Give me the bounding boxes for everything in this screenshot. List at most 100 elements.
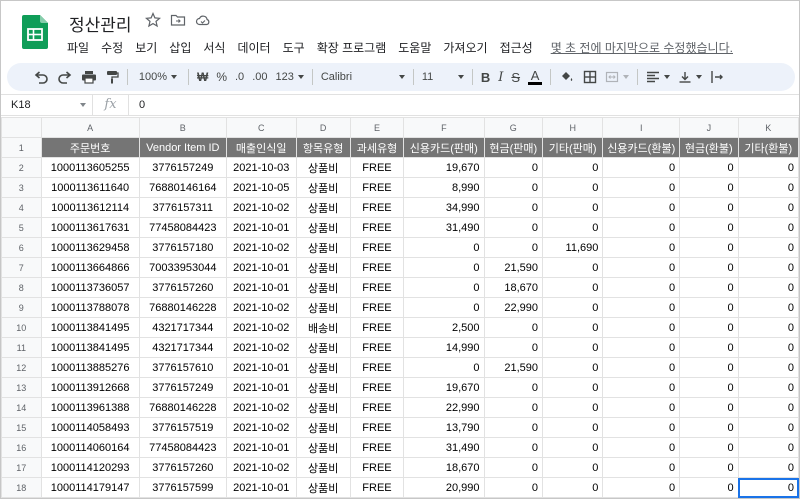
vertical-align-button[interactable] — [674, 66, 706, 88]
cell[interactable]: 상품비 — [295, 457, 351, 478]
cell[interactable]: FREE — [349, 377, 405, 398]
cell[interactable]: 2021-10-02 — [225, 457, 297, 478]
cell[interactable]: 0 — [602, 357, 681, 378]
cell[interactable]: 0 — [737, 377, 799, 398]
header-cell[interactable]: 현금(판매) — [483, 137, 544, 158]
column-header[interactable]: B — [138, 117, 227, 138]
cell[interactable]: 0 — [737, 297, 799, 318]
cell[interactable]: 1000113912668 — [40, 377, 140, 398]
cell[interactable]: 상품비 — [295, 237, 351, 258]
cell[interactable]: 1000113611640 — [40, 177, 140, 198]
cell[interactable]: 배송비 — [295, 317, 351, 338]
cell[interactable]: 상품비 — [295, 297, 351, 318]
cell[interactable]: 0 — [483, 197, 544, 218]
cell[interactable]: 0 — [542, 157, 604, 178]
row-header[interactable]: 5 — [1, 217, 42, 238]
cell[interactable]: 0 — [483, 477, 544, 498]
column-header[interactable]: E — [349, 117, 405, 138]
row-header[interactable]: 1 — [1, 137, 42, 158]
cell[interactable]: 76880146164 — [138, 177, 227, 198]
last-edit-link[interactable]: 몇 초 전에 마지막으로 수정했습니다. — [545, 37, 739, 58]
header-cell[interactable]: 기타(판매) — [542, 137, 604, 158]
cell[interactable]: 2021-10-02 — [225, 337, 297, 358]
text-color-button[interactable]: A — [524, 66, 546, 88]
star-icon[interactable] — [144, 11, 162, 28]
cell[interactable]: 0 — [542, 177, 604, 198]
header-cell[interactable]: 신용카드(판매) — [403, 137, 485, 158]
cell[interactable]: 2021-10-02 — [225, 237, 297, 258]
text-wrap-button[interactable] — [706, 66, 728, 88]
cell[interactable]: 0 — [679, 317, 739, 338]
menu-edit[interactable]: 수정 — [95, 37, 129, 58]
cell[interactable]: 상품비 — [295, 377, 351, 398]
cell[interactable]: 0 — [737, 437, 799, 458]
cell[interactable]: 2021-10-02 — [225, 197, 297, 218]
undo-button[interactable] — [29, 66, 53, 88]
cell[interactable]: 상품비 — [295, 257, 351, 278]
row-header[interactable]: 7 — [1, 257, 42, 278]
row-header[interactable]: 18 — [1, 477, 42, 498]
row-header[interactable]: 2 — [1, 157, 42, 178]
column-header[interactable]: C — [225, 117, 297, 138]
cell[interactable]: 0 — [679, 477, 739, 498]
fill-color-button[interactable] — [555, 66, 579, 88]
cell[interactable]: 0 — [737, 197, 799, 218]
cell[interactable]: FREE — [349, 457, 405, 478]
cell[interactable]: 0 — [737, 237, 799, 258]
cell[interactable]: FREE — [349, 357, 405, 378]
cell[interactable]: 11,690 — [542, 237, 604, 258]
cell[interactable]: 0 — [542, 357, 604, 378]
name-box[interactable]: K18 — [1, 95, 93, 115]
cell[interactable]: 0 — [403, 257, 485, 278]
cell[interactable]: 0 — [483, 217, 544, 238]
cell[interactable]: 0 — [483, 237, 544, 258]
row-header[interactable]: 13 — [1, 377, 42, 398]
cloud-status-icon[interactable] — [195, 12, 211, 28]
strikethrough-button[interactable]: S — [507, 66, 524, 88]
cell[interactable]: 1000113612114 — [40, 197, 140, 218]
cell[interactable]: 2021-10-02 — [225, 417, 297, 438]
cell[interactable]: 4321717344 — [138, 337, 227, 358]
cell[interactable]: 0 — [483, 157, 544, 178]
cell[interactable]: 21,590 — [483, 257, 544, 278]
cell[interactable]: 0 — [679, 217, 739, 238]
header-cell[interactable]: 기타(환불) — [737, 137, 799, 158]
cell[interactable]: 0 — [679, 257, 739, 278]
row-header[interactable]: 4 — [1, 197, 42, 218]
merge-cells-button[interactable] — [601, 66, 633, 88]
cell[interactable]: 14,990 — [403, 337, 485, 358]
column-header[interactable]: A — [40, 117, 140, 138]
cell[interactable]: 1000113617631 — [40, 217, 140, 238]
cell[interactable]: 2021-10-01 — [225, 377, 297, 398]
cell[interactable]: 0 — [542, 317, 604, 338]
cell[interactable]: FREE — [349, 297, 405, 318]
cell[interactable]: 0 — [602, 317, 681, 338]
cell[interactable]: 0 — [737, 317, 799, 338]
cell[interactable]: FREE — [349, 177, 405, 198]
cell[interactable]: 0 — [542, 417, 604, 438]
cell[interactable]: 0 — [542, 217, 604, 238]
cell[interactable]: 18,670 — [403, 457, 485, 478]
cell[interactable]: 0 — [602, 277, 681, 298]
row-header[interactable]: 14 — [1, 397, 42, 418]
cell[interactable]: FREE — [349, 277, 405, 298]
horizontal-align-button[interactable] — [642, 66, 674, 88]
cell[interactable]: 0 — [483, 397, 544, 418]
menu-view[interactable]: 보기 — [129, 37, 163, 58]
cell[interactable]: 상품비 — [295, 337, 351, 358]
cell[interactable]: 0 — [602, 397, 681, 418]
cell[interactable]: 0 — [542, 277, 604, 298]
cell[interactable]: 0 — [602, 217, 681, 238]
column-header[interactable]: G — [483, 117, 544, 138]
cell[interactable]: 1000113961388 — [40, 397, 140, 418]
cell[interactable]: 1000113605255 — [40, 157, 140, 178]
formula-input[interactable]: 0 — [129, 99, 145, 111]
cell[interactable]: 3776157610 — [138, 357, 227, 378]
cell[interactable]: FREE — [349, 417, 405, 438]
borders-button[interactable] — [579, 66, 601, 88]
cell[interactable]: 0 — [403, 237, 485, 258]
cell[interactable]: 0 — [542, 257, 604, 278]
column-header[interactable]: K — [737, 117, 799, 138]
header-cell[interactable]: 매출인식일 — [225, 137, 297, 158]
cell[interactable]: 0 — [602, 417, 681, 438]
